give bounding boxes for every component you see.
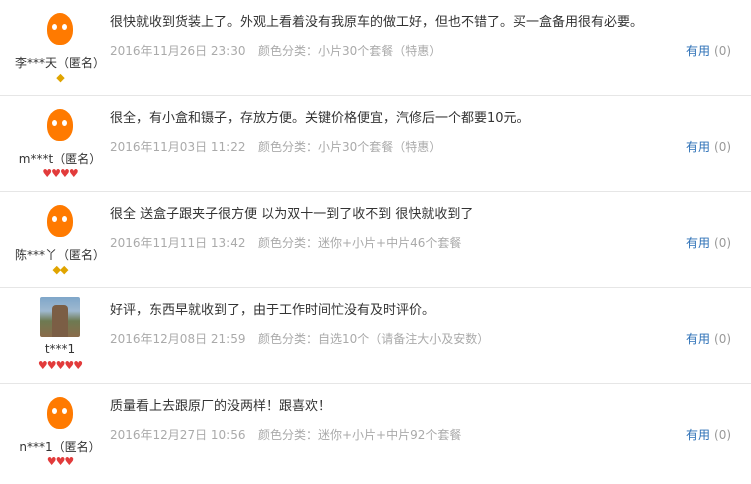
review-sku: 颜色分类：小片30个套餐（特惠） <box>258 44 442 58</box>
useful-control: 有用 (0) <box>686 42 731 59</box>
review-text: 质量看上去跟原厂的没两样！跟喜欢！ <box>110 399 332 414</box>
useful-count: (0) <box>714 140 732 154</box>
mascot-avatar-icon[interactable] <box>40 105 80 145</box>
useful-count: (0) <box>714 236 732 250</box>
useful-button[interactable]: 有用 <box>686 332 710 346</box>
review-list: 李***天（匿名） ◆ 很快就收到货装上了。外观上看着没有我原车的做工好，但也不… <box>0 0 751 484</box>
reviewer-nickname: t***1 <box>44 342 76 356</box>
useful-control: 有用 (0) <box>686 234 731 251</box>
reviewer-nickname: 李***天（匿名） <box>14 56 105 70</box>
review-date: 2016年11月03日 11:22 <box>110 140 246 154</box>
review-item: t***1 ♥♥♥♥♥ 好评，东西早就收到了，由于工作时间忙没有及时评价。 20… <box>0 288 751 384</box>
useful-button[interactable]: 有用 <box>686 236 710 250</box>
diamond-level-badge: ◆ <box>56 71 64 84</box>
reviewer-nickname: n***1（匿名） <box>19 440 101 454</box>
review-text: 很全，有小盒和镊子，存放方便。关键价格便宜，汽修后一个都要10元。 <box>110 111 530 126</box>
useful-button[interactable]: 有用 <box>686 428 710 442</box>
mascot-avatar-icon[interactable] <box>40 393 80 433</box>
useful-control: 有用 (0) <box>686 426 731 443</box>
mascot-avatar-icon[interactable] <box>40 9 80 49</box>
review-text: 很全 送盒子跟夹子很方便 以为双十一到了收不到 很快就收到了 <box>110 207 474 222</box>
heart-level-badge: ♥♥♥♥ <box>42 167 78 180</box>
heart-level-badge: ♥♥♥♥♥ <box>37 359 83 372</box>
heart-level-badge: ♥♥♥ <box>46 455 75 468</box>
review-item: n***1（匿名） ♥♥♥ 质量看上去跟原厂的没两样！跟喜欢！ 2016年12月… <box>0 384 751 484</box>
mascot-avatar-icon[interactable] <box>40 201 80 241</box>
useful-control: 有用 (0) <box>686 330 731 347</box>
useful-count: (0) <box>714 44 732 58</box>
useful-button[interactable]: 有用 <box>686 44 710 58</box>
review-date: 2016年11月26日 23:30 <box>110 44 246 58</box>
review-sku: 颜色分类：自选10个（请备注大小及安数） <box>258 332 490 346</box>
useful-count: (0) <box>714 332 732 346</box>
user-photo-avatar[interactable] <box>40 297 80 337</box>
review-item: 陈***丫（匿名） ◆◆ 很全 送盒子跟夹子很方便 以为双十一到了收不到 很快就… <box>0 192 751 288</box>
review-date: 2016年12月08日 21:59 <box>110 332 246 346</box>
useful-button[interactable]: 有用 <box>686 140 710 154</box>
review-date: 2016年11月11日 13:42 <box>110 236 246 250</box>
review-date: 2016年12月27日 10:56 <box>110 428 246 442</box>
reviewer-nickname: m***t（匿名） <box>18 152 102 166</box>
diamond-level-badge: ◆◆ <box>52 263 69 276</box>
useful-control: 有用 (0) <box>686 138 731 155</box>
review-item: 李***天（匿名） ◆ 很快就收到货装上了。外观上看着没有我原车的做工好，但也不… <box>0 0 751 96</box>
useful-count: (0) <box>714 428 732 442</box>
review-item: m***t（匿名） ♥♥♥♥ 很全，有小盒和镊子，存放方便。关键价格便宜，汽修后… <box>0 96 751 192</box>
review-text: 很快就收到货装上了。外观上看着没有我原车的做工好，但也不错了。买一盒备用很有必要… <box>110 15 644 30</box>
review-sku: 颜色分类：迷你+小片+中片46个套餐 <box>258 236 462 250</box>
review-text: 好评，东西早就收到了，由于工作时间忙没有及时评价。 <box>110 303 436 318</box>
review-sku: 颜色分类：小片30个套餐（特惠） <box>258 140 442 154</box>
review-sku: 颜色分类：迷你+小片+中片92个套餐 <box>258 428 462 442</box>
reviewer-nickname: 陈***丫（匿名） <box>14 248 105 262</box>
